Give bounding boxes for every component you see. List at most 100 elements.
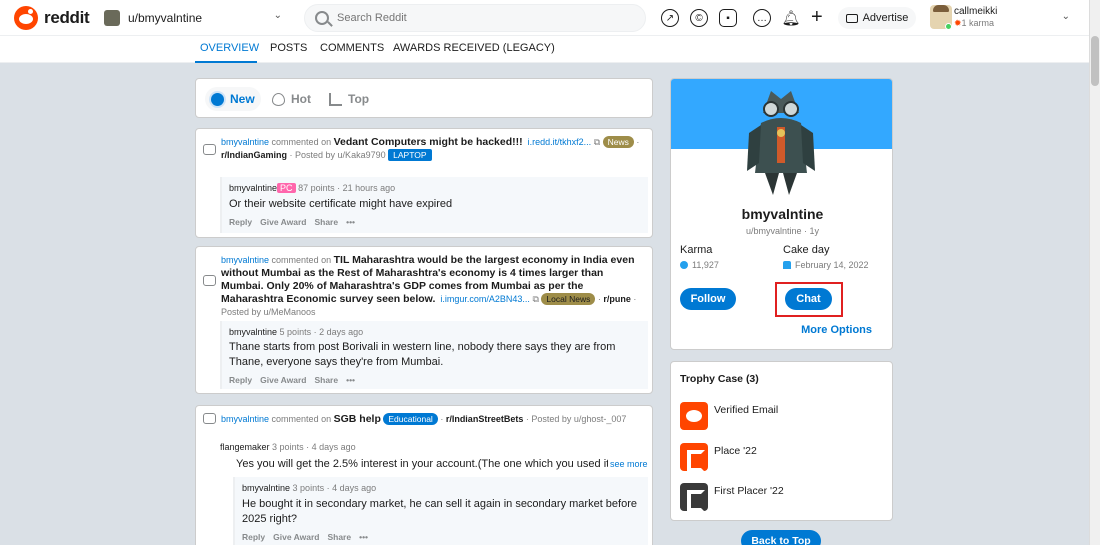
post-flair[interactable]: Local News <box>541 293 596 305</box>
comment-user[interactable]: bmyvalntine <box>229 327 277 337</box>
user-mini-avatar <box>104 10 120 26</box>
post-external-link[interactable]: i.imgur.com/A2BN43... <box>440 294 530 304</box>
sort-top-label: Top <box>348 92 370 106</box>
search-input[interactable] <box>337 12 617 24</box>
place-trophy-icon <box>680 443 708 472</box>
reddit-logo-icon <box>14 6 38 30</box>
trophy-item: First Placer '22 <box>680 483 784 512</box>
comment-user[interactable]: bmyvalntine <box>242 483 290 493</box>
top-header: reddit u/bmyvalntine ⌄ ↗ © ▪ … 🔔︎ + Adve… <box>0 0 1089 36</box>
comment-author-link[interactable]: bmyvalntine <box>221 414 269 424</box>
comment-box: bmyvalntine PC 87 points · 21 hours ago O… <box>220 177 648 233</box>
see-more-link[interactable]: see more <box>610 459 648 469</box>
karma-icon: ✹ <box>954 18 962 28</box>
parent-comment-user[interactable]: flangemaker <box>220 442 270 452</box>
follow-button[interactable]: Follow <box>680 288 736 310</box>
profile-tabs: OVERVIEW POSTS COMMENTS AWARDS RECEIVED … <box>0 36 1089 63</box>
give-award-button[interactable]: Give Award <box>260 217 306 227</box>
sort-top-button[interactable]: Top <box>323 87 375 111</box>
community-switcher[interactable]: u/bmyvalntine ⌄ <box>104 6 290 30</box>
comment-author-link[interactable]: bmyvalntine <box>221 137 269 147</box>
comment-activity-card[interactable]: bmyvalntine commented on TIL Maharashtra… <box>195 246 653 394</box>
comment-body: Or their website certificate might have … <box>229 198 453 210</box>
chat-icon[interactable]: … <box>753 9 771 27</box>
trophy-label: Verified Email <box>714 404 779 416</box>
reddit-logo[interactable]: reddit <box>14 6 90 30</box>
active-tab-indicator <box>195 61 257 63</box>
chat-button[interactable]: Chat <box>785 288 832 310</box>
reply-button[interactable]: Reply <box>229 217 252 227</box>
sort-new-button[interactable]: New <box>205 87 261 111</box>
comment-box: bmyvalntine 3 points · 4 days ago He bou… <box>233 477 648 545</box>
more-options-icon[interactable]: ••• <box>359 532 368 542</box>
parent-comment-body: Yes you will get the 2.5% interest in yo… <box>236 458 608 470</box>
more-options-button[interactable]: More Options <box>801 324 872 336</box>
profile-avatar <box>747 91 815 195</box>
advertise-button[interactable]: Advertise <box>838 7 916 29</box>
give-award-button[interactable]: Give Award <box>273 532 319 542</box>
share-button[interactable]: Share <box>327 532 351 542</box>
comment-bubble-icon <box>203 413 216 424</box>
megaphone-icon <box>845 13 858 23</box>
user-flair-badge: PC <box>277 183 296 193</box>
cake-day-value: February 14, 2022 <box>783 260 869 270</box>
comment-user[interactable]: bmyvalntine <box>229 183 277 193</box>
karma-label: Karma <box>680 244 713 256</box>
trophy-item: Place '22 <box>680 443 757 472</box>
cake-day-label: Cake day <box>783 244 830 256</box>
post-external-link[interactable]: i.redd.it/tkhxf2... <box>528 137 592 147</box>
trophy-case-title: Trophy Case (3) <box>680 373 759 385</box>
search-bar[interactable] <box>304 4 646 32</box>
back-to-top-button[interactable]: Back to Top <box>741 530 821 545</box>
karma-value: 11,927 <box>680 260 719 270</box>
subreddit-link[interactable]: r/IndianStreetBets <box>446 414 524 424</box>
tab-posts[interactable]: POSTS <box>270 42 307 54</box>
account-menu[interactable]: callmeikki ✹1 karma ⌄ <box>928 3 1078 33</box>
reply-button[interactable]: Reply <box>242 532 265 542</box>
account-name: callmeikki <box>954 6 998 17</box>
trophy-item: Verified Email <box>680 402 778 430</box>
subreddit-link[interactable]: r/pune <box>603 294 631 304</box>
share-button[interactable]: Share <box>314 217 338 227</box>
more-options-icon[interactable]: ••• <box>346 375 355 385</box>
comment-meta: bmyvalntine PC 87 points · 21 hours ago <box>229 183 396 193</box>
post-flair[interactable]: Educational <box>383 413 438 425</box>
popular-icon[interactable]: ↗ <box>661 9 679 27</box>
sort-hot-button[interactable]: Hot <box>266 87 317 111</box>
comment-actions: Reply Give Award Share ••• <box>229 217 355 227</box>
coins-icon[interactable]: © <box>690 9 708 27</box>
comment-actions: Reply Give Award Share ••• <box>242 532 368 542</box>
logo-text: reddit <box>44 8 90 27</box>
comment-body: He bought it in secondary market, he can… <box>242 498 637 525</box>
post-title-link[interactable]: SGB help <box>334 413 381 425</box>
sort-hot-label: Hot <box>291 92 311 106</box>
trophy-case-card: Trophy Case (3) Verified Email Place '22… <box>670 361 893 521</box>
post-flair[interactable]: News <box>602 136 634 148</box>
rpan-icon[interactable]: ▪ <box>719 9 737 27</box>
tab-awards-received[interactable]: AWARDS RECEIVED (LEGACY) <box>393 42 555 54</box>
tab-overview[interactable]: OVERVIEW <box>200 42 259 54</box>
karma-icon <box>680 261 688 269</box>
reply-button[interactable]: Reply <box>229 375 252 385</box>
first-placer-trophy-icon <box>680 483 708 512</box>
cake-icon <box>783 261 791 269</box>
share-button[interactable]: Share <box>314 375 338 385</box>
comment-author-link[interactable]: bmyvalntine <box>221 255 269 265</box>
search-icon <box>315 11 329 25</box>
tab-comments[interactable]: COMMENTS <box>320 42 384 54</box>
comment-activity-card[interactable]: bmyvalntine commented on SGB help Educat… <box>195 405 653 545</box>
give-award-button[interactable]: Give Award <box>260 375 306 385</box>
profile-card: bmyvalntine u/bmyvalntine · 1y Karma 11,… <box>670 78 893 350</box>
trophy-label: Place '22 <box>714 445 757 457</box>
comment-activity-card[interactable]: bmyvalntine commented on Vedant Computer… <box>195 128 653 238</box>
posted-by: · Posted by u/Kaka9790 <box>289 150 386 160</box>
profile-handle: u/bmyvalntine · 1y <box>745 226 820 236</box>
scrollbar-thumb[interactable] <box>1091 36 1099 86</box>
subreddit-link[interactable]: r/IndianGaming <box>221 150 287 160</box>
top-chart-icon <box>329 92 342 106</box>
notification-bell-icon[interactable]: 🔔︎ <box>781 9 800 27</box>
post-meta: bmyvalntine commented on TIL Maharashtra… <box>221 254 637 317</box>
post-title-link[interactable]: Vedant Computers might be hacked!!! <box>334 136 523 148</box>
more-options-icon[interactable]: ••• <box>346 217 355 227</box>
create-post-plus-icon[interactable]: + <box>811 6 823 29</box>
